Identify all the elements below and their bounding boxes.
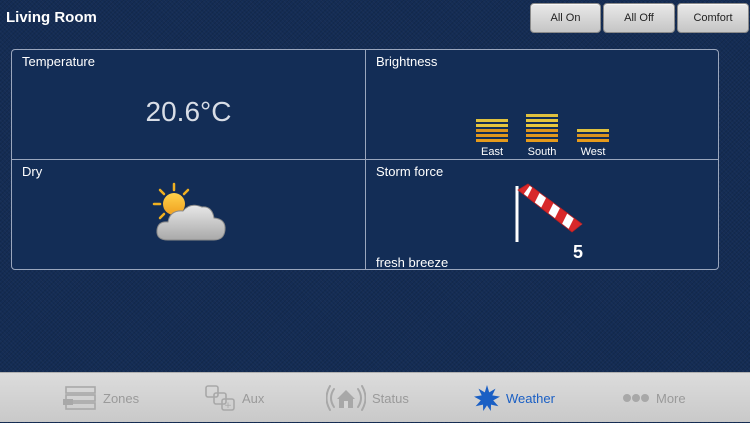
tab-zones-label: Zones bbox=[103, 390, 140, 406]
brightness-tile[interactable]: Brightness East South West bbox=[366, 50, 719, 159]
brightness-bar bbox=[526, 119, 558, 122]
weather-grid: Temperature 20.6°C Brightness East South… bbox=[11, 49, 719, 270]
storm-force-tile[interactable]: Storm force 5 fresh breeze bbox=[366, 160, 719, 270]
brightness-label: Brightness bbox=[376, 54, 438, 69]
svg-text:+: + bbox=[224, 401, 232, 411]
brightness-bar bbox=[476, 124, 508, 127]
windsock-icon bbox=[515, 183, 583, 242]
brightness-bar bbox=[526, 139, 558, 142]
brightness-bar bbox=[476, 119, 508, 122]
comfort-button[interactable]: Comfort bbox=[677, 3, 749, 33]
tab-bar: Zones + Aux Status Weather More bbox=[0, 372, 750, 422]
brightness-bar bbox=[577, 134, 609, 137]
tab-weather[interactable]: Weather bbox=[474, 373, 555, 423]
all-on-button[interactable]: All On bbox=[530, 3, 601, 33]
brightness-bar bbox=[526, 114, 558, 117]
brightness-bar bbox=[476, 129, 508, 132]
brightness-bar bbox=[526, 134, 558, 137]
brightness-south-label: South bbox=[527, 146, 557, 158]
dry-label: Dry bbox=[22, 164, 43, 179]
partly-cloudy-icon bbox=[152, 182, 226, 241]
temperature-value: 20.6°C bbox=[145, 96, 232, 127]
storm-force-label: Storm force bbox=[376, 164, 444, 179]
more-icon bbox=[623, 394, 649, 402]
tab-weather-label: Weather bbox=[506, 390, 555, 406]
dry-tile[interactable]: Dry bbox=[12, 160, 365, 270]
temperature-tile[interactable]: Temperature 20.6°C bbox=[12, 50, 365, 159]
tab-status[interactable]: Status bbox=[326, 373, 409, 423]
tab-zones[interactable]: Zones bbox=[63, 373, 139, 423]
tab-aux[interactable]: + Aux bbox=[204, 373, 264, 423]
status-icon bbox=[326, 385, 366, 411]
storm-force-description: fresh breeze bbox=[376, 255, 449, 270]
aux-icon: + bbox=[205, 385, 235, 411]
tab-more[interactable]: More bbox=[622, 373, 686, 423]
page-title: Living Room bbox=[6, 9, 97, 26]
tab-status-label: Status bbox=[372, 390, 409, 406]
tab-aux-label: Aux bbox=[242, 390, 265, 406]
brightness-bar bbox=[526, 124, 558, 127]
temperature-label: Temperature bbox=[22, 54, 95, 69]
tab-more-label: More bbox=[656, 390, 686, 406]
storm-force-value: 5 bbox=[573, 242, 584, 262]
zones-icon bbox=[63, 386, 96, 410]
all-off-button[interactable]: All Off bbox=[603, 3, 675, 33]
weather-icon bbox=[474, 385, 500, 411]
brightness-bar bbox=[577, 139, 609, 142]
brightness-bar bbox=[476, 139, 508, 142]
brightness-bar bbox=[526, 129, 558, 132]
brightness-west-label: West bbox=[580, 146, 606, 158]
brightness-bar bbox=[476, 134, 508, 137]
brightness-bar bbox=[577, 129, 609, 132]
brightness-east-label: East bbox=[480, 146, 503, 158]
